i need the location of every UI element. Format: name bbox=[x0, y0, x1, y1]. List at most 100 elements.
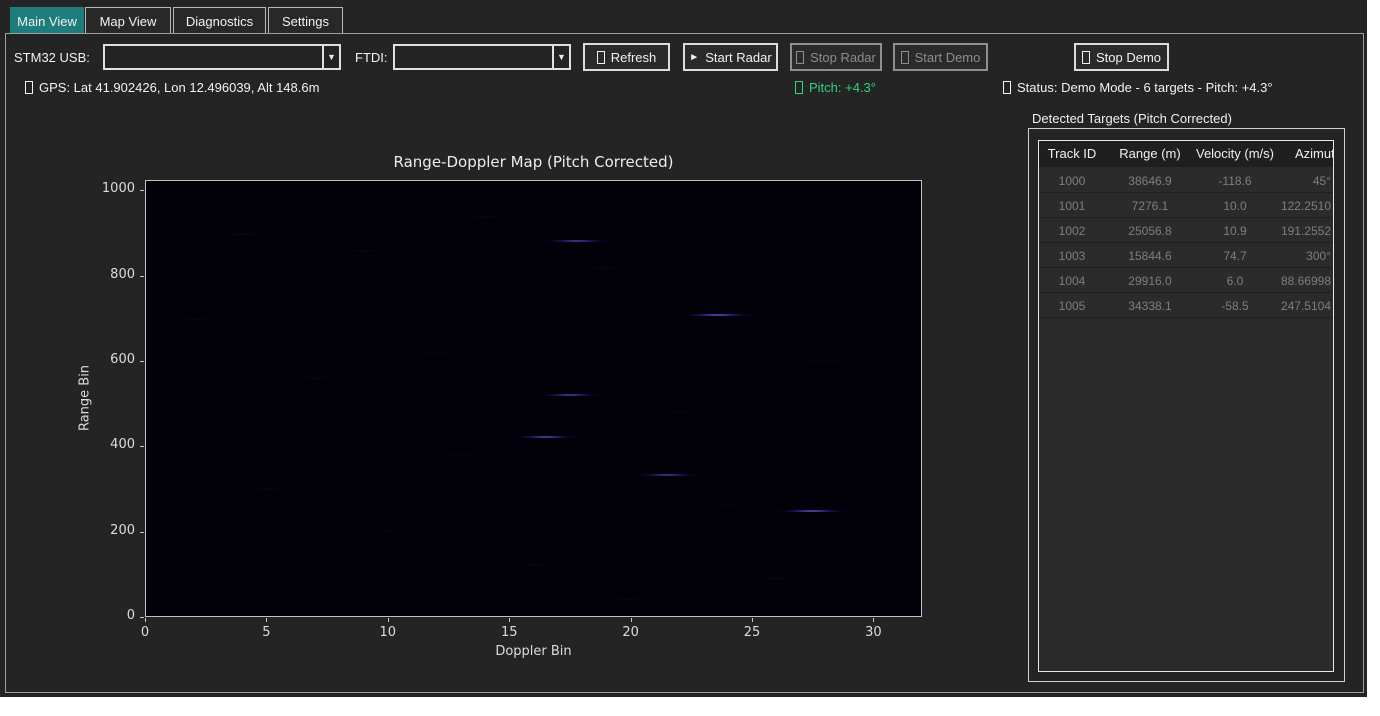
x-tick-label: 30 bbox=[865, 625, 882, 640]
x-tick-mark bbox=[873, 618, 874, 622]
noise-spot bbox=[801, 360, 847, 363]
targets-table[interactable]: Track IDRange (m)Velocity (m/s) Azimuth 1… bbox=[1038, 140, 1334, 672]
noise-spot bbox=[341, 249, 387, 252]
target-streak bbox=[542, 239, 612, 242]
tab-settings[interactable]: Settings bbox=[268, 7, 343, 34]
x-tick-mark bbox=[266, 618, 267, 622]
table-cell: 10.0 bbox=[1189, 194, 1281, 218]
y-tick-mark bbox=[140, 532, 144, 533]
y-axis-label: Range Bin bbox=[78, 365, 93, 431]
status-message-text: Status: Demo Mode - 6 targets - Pitch: +… bbox=[1017, 80, 1273, 95]
table-cell: 1000 bbox=[1041, 169, 1103, 193]
chevron-down-icon[interactable]: ▼ bbox=[322, 46, 339, 68]
refresh-icon bbox=[597, 51, 605, 64]
x-tick-label: 10 bbox=[380, 625, 397, 640]
y-tick-label: 200 bbox=[91, 523, 135, 538]
screen: Main ViewMap ViewDiagnosticsSettings STM… bbox=[0, 0, 1380, 716]
y-tick-label: 600 bbox=[91, 352, 135, 367]
status-icon bbox=[1003, 81, 1011, 94]
table-cell: 300° bbox=[1277, 244, 1331, 268]
noise-spot bbox=[583, 266, 629, 269]
refresh-button[interactable]: Refresh bbox=[583, 43, 670, 71]
noise-spot bbox=[462, 215, 508, 218]
table-row[interactable]: 10017276.110.0122.2510 bbox=[1039, 194, 1334, 218]
noise-spot bbox=[753, 576, 799, 579]
table-cell: 122.2510 bbox=[1277, 194, 1331, 218]
stop-demo-button[interactable]: Stop Demo bbox=[1074, 43, 1169, 71]
table-row[interactable]: 100038646.9-118.645° bbox=[1039, 169, 1334, 193]
table-cell: 1003 bbox=[1041, 244, 1103, 268]
table-cell: 29916.0 bbox=[1105, 269, 1195, 293]
table-cell: -118.6 bbox=[1189, 169, 1281, 193]
ftdi-label: FTDI: bbox=[355, 50, 388, 65]
pitch-indicator: Pitch: +4.3° bbox=[795, 80, 876, 95]
table-cell: 15844.6 bbox=[1105, 244, 1195, 268]
status-message: Status: Demo Mode - 6 targets - Pitch: +… bbox=[1003, 80, 1273, 95]
stop-radar-button-label: Stop Radar bbox=[810, 50, 876, 65]
table-cell: 7276.1 bbox=[1105, 194, 1195, 218]
start-demo-button-label: Start Demo bbox=[915, 50, 981, 65]
table-cell: 34338.1 bbox=[1105, 294, 1195, 318]
y-tick-mark bbox=[140, 276, 144, 277]
x-tick-label: 25 bbox=[744, 625, 761, 640]
table-cell: 247.5104 bbox=[1277, 294, 1331, 318]
chevron-down-icon[interactable]: ▼ bbox=[552, 46, 569, 68]
table-cell: 1004 bbox=[1041, 269, 1103, 293]
y-tick-mark bbox=[140, 361, 144, 362]
table-cell: 1002 bbox=[1041, 219, 1103, 243]
y-tick-label: 1000 bbox=[91, 181, 135, 196]
range-doppler-plot bbox=[145, 180, 922, 617]
chart-title: Range-Doppler Map (Pitch Corrected) bbox=[145, 153, 922, 171]
noise-spot bbox=[511, 564, 557, 567]
targets-table-header: Track IDRange (m)Velocity (m/s) Azimuth bbox=[1039, 141, 1334, 167]
stop-demo-button-label: Stop Demo bbox=[1096, 50, 1161, 65]
column-header-azimuth[interactable]: Azimuth bbox=[1295, 141, 1334, 167]
target-streak bbox=[776, 510, 849, 513]
x-tick-label: 0 bbox=[141, 625, 149, 640]
column-header-track-id[interactable]: Track ID bbox=[1041, 141, 1103, 167]
noise-spot bbox=[171, 317, 217, 320]
noise-spot bbox=[438, 453, 484, 456]
refresh-button-label: Refresh bbox=[611, 50, 657, 65]
column-header-range-m-[interactable]: Range (m) bbox=[1105, 141, 1195, 167]
noise-spot bbox=[293, 377, 339, 380]
table-row[interactable]: 100429916.06.088.66998 bbox=[1039, 269, 1334, 293]
y-tick-mark bbox=[140, 617, 144, 618]
stop-icon bbox=[796, 51, 804, 64]
stop-radar-button[interactable]: Stop Radar bbox=[790, 43, 882, 71]
noise-spot bbox=[656, 411, 702, 414]
start-demo-button[interactable]: Start Demo bbox=[893, 43, 988, 71]
y-tick-label: 400 bbox=[91, 437, 135, 452]
y-tick-mark bbox=[140, 446, 144, 447]
x-tick-label: 5 bbox=[262, 625, 270, 640]
table-row[interactable]: 100534338.1-58.5247.5104 bbox=[1039, 294, 1334, 318]
demo-icon bbox=[901, 51, 909, 64]
x-tick-mark bbox=[631, 618, 632, 622]
table-row[interactable]: 100225056.810.9191.2552 bbox=[1039, 219, 1334, 243]
start-radar-button[interactable]: ► Start Radar bbox=[683, 43, 778, 71]
x-tick-label: 20 bbox=[622, 625, 639, 640]
pitch-indicator-text: Pitch: +4.3° bbox=[809, 80, 876, 95]
stm32-usb-combobox[interactable]: ▼ bbox=[103, 44, 341, 70]
stm32-usb-label: STM32 USB: bbox=[14, 50, 90, 65]
gps-status: GPS: Lat 41.902426, Lon 12.496039, Alt 1… bbox=[25, 80, 319, 95]
tab-main-view[interactable]: Main View bbox=[10, 7, 84, 34]
table-row[interactable]: 100315844.674.7300° bbox=[1039, 244, 1334, 268]
noise-spot bbox=[365, 530, 411, 533]
table-cell: 6.0 bbox=[1189, 269, 1281, 293]
table-cell: 38646.9 bbox=[1105, 169, 1195, 193]
pitch-icon bbox=[795, 81, 803, 94]
table-cell: 10.9 bbox=[1189, 219, 1281, 243]
noise-spot bbox=[244, 487, 290, 490]
noise-spot bbox=[414, 351, 460, 354]
target-streak bbox=[537, 394, 602, 397]
tab-diagnostics[interactable]: Diagnostics bbox=[173, 7, 266, 34]
x-tick-mark bbox=[509, 618, 510, 622]
column-header-velocity-m-s-[interactable]: Velocity (m/s) bbox=[1189, 141, 1281, 167]
app-window: Main ViewMap ViewDiagnosticsSettings STM… bbox=[0, 0, 1367, 697]
ftdi-combobox[interactable]: ▼ bbox=[393, 44, 571, 70]
stop-icon bbox=[1082, 51, 1090, 64]
table-cell: 25056.8 bbox=[1105, 219, 1195, 243]
gps-status-text: GPS: Lat 41.902426, Lon 12.496039, Alt 1… bbox=[39, 80, 319, 95]
tab-map-view[interactable]: Map View bbox=[85, 7, 171, 34]
